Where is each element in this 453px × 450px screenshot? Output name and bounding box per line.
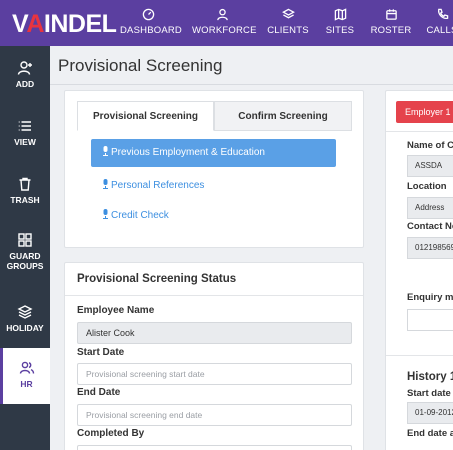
link-personal-references[interactable]: Personal References [102, 179, 204, 191]
top-navbar: VAINDEL DASHBOARD WORKFORCE CLIENTS SITE… [0, 0, 453, 46]
nav-sites-label: SITES [325, 25, 355, 36]
list-icon [17, 118, 33, 134]
nav-workforce-label: WORKFORCE [192, 25, 257, 36]
sidebar-item-guard-label: GUARD [9, 251, 41, 261]
end-date-label: End Date [77, 387, 121, 398]
contact-no-label: Contact No [407, 221, 453, 232]
nav-clients-label: CLIENTS [267, 25, 309, 36]
completed-by-field[interactable] [77, 445, 352, 450]
nav-calls-label: CALLS [426, 25, 453, 36]
sidebar-item-trash-label: TRASH [10, 195, 40, 205]
company-name-label: Name of Co [407, 140, 453, 151]
sidebar-item-add-label: ADD [15, 79, 35, 89]
start-date-label: Start Date [77, 347, 125, 358]
status-card-divider [65, 295, 363, 296]
sidebar-item-trash[interactable]: TRASH [0, 176, 50, 233]
location-field[interactable]: Address [407, 197, 453, 219]
sidebar-item-holiday-label: HOLIDAY [6, 323, 44, 333]
stack-icon [17, 304, 33, 320]
company-name-field[interactable]: ASSDA [407, 155, 453, 177]
sidebar-item-hr-label: HR [20, 379, 33, 389]
layers-icon [266, 8, 310, 22]
screening-card: Provisional Screening Confirm Screening … [64, 90, 364, 248]
status-card-title: Provisional Screening Status [77, 273, 237, 285]
sidebar-item-guard-groups[interactable]: GUARD GROUPS [0, 232, 50, 294]
nav-clients[interactable]: CLIENTS [266, 8, 310, 42]
person-icon [192, 8, 252, 22]
completed-by-label: Completed By [77, 428, 145, 439]
employer-1-button[interactable]: Employer 1 I [396, 101, 453, 123]
calendar-icon [370, 8, 412, 22]
sidebar-item-hr[interactable]: HR [0, 348, 50, 404]
nav-roster[interactable]: ROSTER [370, 8, 412, 42]
history-start-date-field[interactable]: 01-09-2012 [407, 402, 453, 424]
history-title: History 1 [407, 371, 453, 383]
tab-confirm-screening[interactable]: Confirm Screening [214, 101, 352, 131]
employee-name-field[interactable]: Alister Cook [77, 322, 352, 344]
history-end-date-label: End date a [407, 428, 453, 439]
sidebar-item-add[interactable]: ADD [0, 60, 50, 117]
contact-no-field[interactable]: 012198569 [407, 237, 453, 259]
microphone-icon [102, 209, 109, 219]
microphone-icon [102, 140, 109, 156]
end-date-field[interactable]: Provisional screening end date [77, 404, 352, 426]
link-previous-employment[interactable]: Previous Employment & Education [91, 139, 336, 167]
vaindel-logo[interactable]: VAINDEL [12, 10, 117, 39]
start-date-field[interactable]: Provisional screening start date [77, 363, 352, 385]
users-icon [19, 360, 35, 376]
link-credit-check[interactable]: Credit Check [102, 209, 169, 221]
history-divider [386, 355, 453, 356]
title-divider [50, 84, 453, 85]
link-credit-check-label: Credit Check [111, 210, 169, 221]
grid-icon [17, 232, 33, 248]
link-personal-references-label: Personal References [111, 180, 205, 191]
nav-dashboard[interactable]: DASHBOARD [120, 8, 182, 42]
tab-provisional-screening[interactable]: Provisional Screening [77, 101, 214, 131]
location-label: Location [407, 181, 447, 192]
enquiry-label: Enquiry ma [407, 292, 453, 303]
trash-icon [17, 176, 33, 192]
screening-tabs: Provisional Screening Confirm Screening [77, 101, 352, 131]
nav-workforce[interactable]: WORKFORCE [192, 8, 256, 42]
employer-card: Employer 1 I Name of Co ASSDA Location A… [385, 90, 453, 450]
employee-name-label: Employee Name [77, 305, 155, 316]
nav-dashboard-label: DASHBOARD [120, 25, 182, 36]
sidebar: ADD VIEW TRASH GUARD GROUPS HOLIDAY HR [0, 46, 50, 450]
status-card: Provisional Screening Status Employee Na… [64, 262, 364, 450]
sidebar-item-view-label: VIEW [14, 137, 36, 147]
phone-icon [425, 8, 453, 22]
sidebar-item-groups-label: GROUPS [6, 261, 44, 271]
history-start-date-label: Start date a [407, 388, 453, 399]
nav-sites[interactable]: SITES [323, 8, 357, 42]
add-user-icon [17, 60, 33, 76]
enquiry-field[interactable] [407, 309, 453, 331]
sidebar-item-view[interactable]: VIEW [0, 118, 50, 175]
gauge-icon [120, 8, 176, 22]
page-title: Provisional Screening [58, 56, 223, 75]
nav-roster-label: ROSTER [370, 25, 412, 36]
map-icon [323, 8, 357, 22]
microphone-icon [102, 179, 109, 189]
employer-card-divider [386, 131, 453, 132]
link-previous-employment-label: Previous Employment & Education [111, 147, 265, 158]
nav-calls[interactable]: CALLS [425, 8, 453, 42]
